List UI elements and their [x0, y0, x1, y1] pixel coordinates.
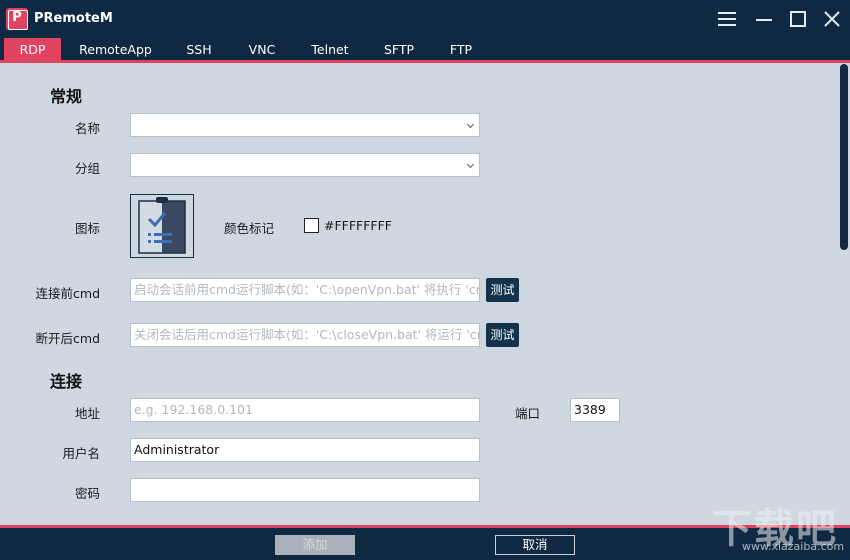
post-cmd-label: 断开后cmd — [35, 331, 100, 346]
protocol-tabs: RDP RemoteApp SSH VNC Telnet SFTP FTP — [0, 38, 850, 62]
site-watermark: 下载吧 www.xiazaiba.com — [712, 496, 848, 558]
minimize-icon[interactable] — [753, 8, 775, 30]
tab-remoteapp[interactable]: RemoteApp — [61, 38, 170, 62]
address-input[interactable]: e.g. 192.168.0.101 — [130, 398, 480, 422]
connection-section-title: 连接 — [50, 372, 83, 391]
tab-rdp[interactable]: RDP — [4, 38, 61, 62]
tab-vnc[interactable]: VNC — [228, 38, 296, 62]
cancel-button[interactable]: 取消 — [495, 535, 575, 555]
icon-label: 图标 — [74, 221, 100, 236]
tab-ssh[interactable]: SSH — [170, 38, 228, 62]
name-label: 名称 — [74, 121, 100, 136]
general-section-title: 常规 — [50, 87, 83, 106]
settings-panel: 常规 名称 分组 图标 颜色标记 #FFFFFFFF 连接前cmd 启动会话前用… — [0, 63, 838, 525]
color-mark-label: 颜色标记 — [223, 221, 274, 236]
address-label: 地址 — [74, 406, 100, 421]
color-value: #FFFFFFFF — [324, 218, 392, 233]
add-button[interactable]: 添加 — [275, 535, 355, 555]
close-icon[interactable] — [821, 8, 843, 30]
menu-icon[interactable] — [716, 8, 738, 30]
post-cmd-test-button[interactable]: 测试 — [486, 323, 519, 347]
password-input[interactable] — [130, 478, 480, 502]
app-title: PRemoteM — [34, 11, 113, 26]
password-label: 密码 — [74, 486, 100, 501]
clipboard-icon — [138, 197, 186, 254]
group-select[interactable] — [130, 153, 480, 177]
server-icon-picker[interactable] — [130, 194, 194, 258]
tab-ftp[interactable]: FTP — [434, 38, 488, 62]
color-swatch[interactable] — [304, 218, 319, 233]
group-label: 分组 — [74, 161, 100, 176]
pre-connect-cmd-input[interactable]: 启动会话前用cmd运行脚本(如：'C:\openVpn.bat' 将执行 'cm… — [130, 278, 480, 302]
username-label: 用户名 — [62, 446, 100, 461]
watermark-url: www.xiazaiba.com — [742, 540, 845, 553]
scrollbar-thumb[interactable] — [840, 64, 848, 250]
name-select[interactable] — [130, 113, 480, 137]
port-label: 端口 — [514, 406, 540, 421]
pre-cmd-label: 连接前cmd — [35, 286, 100, 301]
username-input[interactable]: Administrator — [130, 438, 480, 462]
title-bar: P PRemoteM — [0, 0, 850, 38]
chevron-down-icon — [466, 120, 475, 129]
app-logo-icon: P — [6, 8, 28, 30]
tab-telnet[interactable]: Telnet — [296, 38, 364, 62]
port-input[interactable]: 3389 — [570, 398, 620, 422]
chevron-down-icon — [466, 160, 475, 169]
maximize-icon[interactable] — [787, 8, 809, 30]
tab-sftp[interactable]: SFTP — [364, 38, 434, 62]
post-disconnect-cmd-input[interactable]: 关闭会话后用cmd运行脚本(如：'C:\closeVpn.bat' 将运行 'c… — [130, 323, 480, 347]
pre-cmd-test-button[interactable]: 测试 — [486, 278, 519, 302]
